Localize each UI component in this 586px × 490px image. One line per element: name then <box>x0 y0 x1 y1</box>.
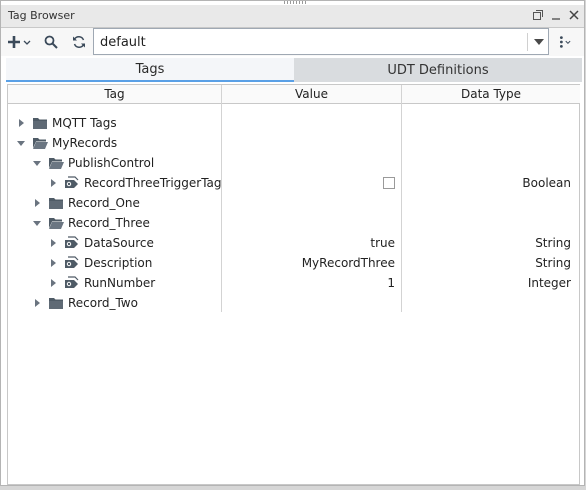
tag-value[interactable]: true <box>370 236 395 250</box>
tag-name: DataSource <box>84 236 154 250</box>
search-icon <box>44 35 58 49</box>
expand-arrow-icon[interactable] <box>48 178 58 188</box>
tag-provider-value: default <box>100 35 146 50</box>
tag-icon <box>65 276 79 288</box>
folder-open-icon <box>33 138 48 149</box>
dropdown-separator <box>527 33 528 51</box>
tag-name: RunNumber <box>84 276 156 290</box>
tag-value[interactable]: MyRecordThree <box>302 256 395 270</box>
tag-name: MyRecords <box>52 136 118 150</box>
more-options-button[interactable] <box>557 34 571 50</box>
tag-browser-window: Tag Browser default Tags UDT Definitions… <box>0 0 585 486</box>
tag-name: Description <box>84 256 153 270</box>
window-title: Tag Browser <box>8 9 75 22</box>
tree-row[interactable]: MyRecords <box>8 133 579 153</box>
tree-row[interactable]: MQTT Tags <box>8 113 579 133</box>
chevron-down-icon[interactable] <box>534 39 544 45</box>
folder-icon <box>49 198 63 209</box>
title-bar: Tag Browser <box>1 5 584 28</box>
folder-icon <box>33 118 47 129</box>
folder-icon <box>49 298 63 309</box>
drag-grip[interactable] <box>284 1 306 4</box>
tree-row[interactable]: Record_Three <box>8 213 579 233</box>
tag-name: Record_One <box>68 196 140 210</box>
column-header-tag[interactable]: Tag <box>8 85 221 104</box>
collapse-arrow-icon[interactable] <box>32 218 42 228</box>
refresh-button[interactable] <box>69 34 89 50</box>
collapse-arrow-icon[interactable] <box>16 138 26 148</box>
tree-row[interactable]: Record_One <box>8 193 579 213</box>
minimize-icon[interactable] <box>550 9 562 21</box>
column-header-value[interactable]: Value <box>221 85 401 104</box>
tree-row[interactable]: Record_Two <box>8 293 579 313</box>
column-header-data-type[interactable]: Data Type <box>401 85 580 104</box>
tag-icon <box>65 256 79 268</box>
tab-bar: Tags UDT Definitions <box>6 58 582 82</box>
expand-arrow-icon[interactable] <box>32 198 42 208</box>
folder-open-icon <box>49 158 64 169</box>
expand-arrow-icon[interactable] <box>16 118 26 128</box>
expand-arrow-icon[interactable] <box>48 238 58 248</box>
tag-name: RecordThreeTriggerTag <box>84 176 222 190</box>
collapse-arrow-icon[interactable] <box>32 158 42 168</box>
tree-row[interactable]: Description MyRecordThree String <box>8 253 579 273</box>
search-button[interactable] <box>41 34 61 50</box>
expand-arrow-icon[interactable] <box>32 298 42 308</box>
tag-data-type: String <box>535 236 571 250</box>
tag-data-type: Boolean <box>522 176 571 190</box>
tag-data-type: Integer <box>527 276 571 290</box>
tag-data-type: String <box>535 256 571 270</box>
tree-row[interactable]: RecordThreeTriggerTag Boolean <box>8 173 579 193</box>
kebab-menu-icon <box>559 36 571 48</box>
tag-name: MQTT Tags <box>52 116 117 130</box>
tree-row[interactable]: RunNumber 1 Integer <box>8 273 579 293</box>
tab-udt-definitions[interactable]: UDT Definitions <box>294 58 582 82</box>
tag-name: Record_Two <box>68 296 138 310</box>
tag-name: PublishControl <box>68 156 155 170</box>
expand-arrow-icon[interactable] <box>48 258 58 268</box>
folder-open-icon <box>49 218 64 229</box>
tag-name: Record_Three <box>68 216 150 230</box>
tab-tags[interactable]: Tags <box>6 58 294 82</box>
tree-row[interactable]: PublishControl <box>8 153 579 173</box>
refresh-icon <box>73 36 85 48</box>
close-icon[interactable] <box>568 9 580 21</box>
tag-provider-dropdown[interactable]: default <box>93 28 549 55</box>
float-window-icon[interactable] <box>532 9 544 21</box>
tag-value[interactable]: 1 <box>387 276 395 290</box>
tag-icon <box>65 236 79 248</box>
expand-arrow-icon[interactable] <box>48 278 58 288</box>
tree-row[interactable]: DataSource true String <box>8 233 579 253</box>
add-tag-button[interactable] <box>7 34 33 50</box>
tag-icon <box>65 176 79 188</box>
plus-icon <box>8 36 31 48</box>
tag-tree-table: Tag Value Data Type MQTT Tags MyRecords Pu… <box>7 84 580 485</box>
value-checkbox[interactable] <box>383 177 395 189</box>
